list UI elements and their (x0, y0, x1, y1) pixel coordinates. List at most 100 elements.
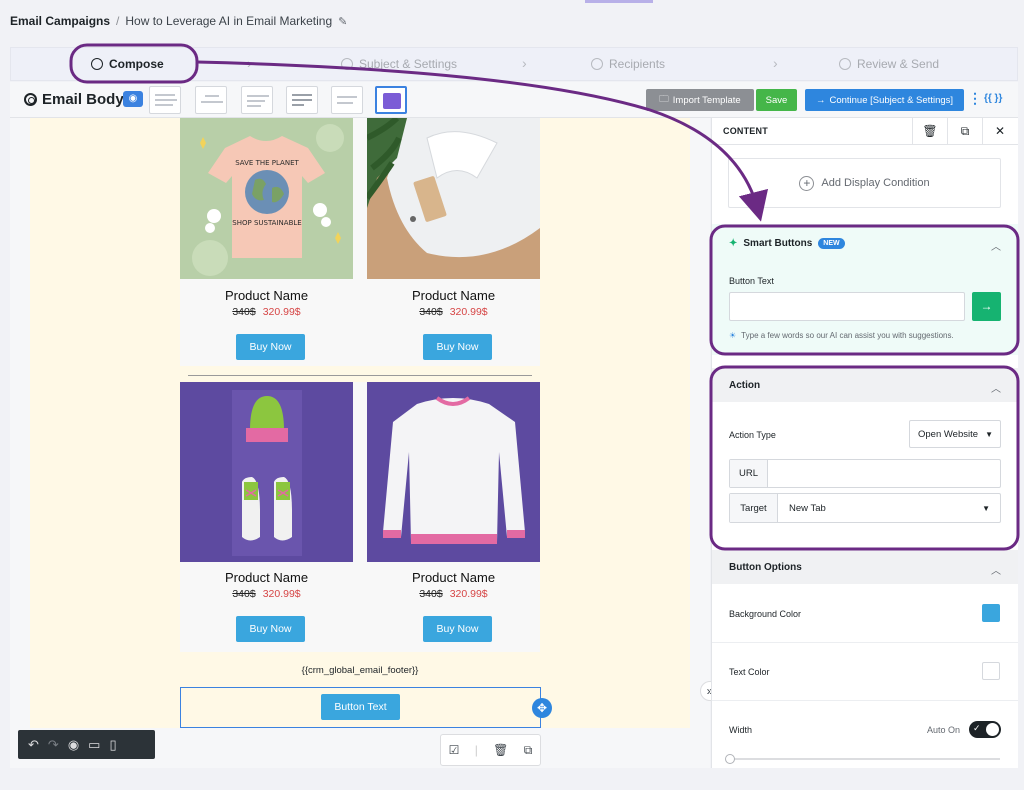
buy-now-button[interactable]: Buy Now (236, 334, 305, 360)
email-body-label: Email Body (42, 91, 124, 108)
action-title: Action (729, 380, 761, 391)
chevron-right-icon: › (247, 55, 252, 71)
row-divider (188, 375, 532, 376)
product-card-2: Product Name 340$ 320.99$ Buy Now (367, 118, 540, 366)
folder-icon: 🗀 (659, 94, 669, 105)
text-color-label: Text Color (729, 667, 770, 677)
target-select[interactable]: Target New Tab ▼ (729, 493, 1001, 523)
continue-label: Continue [Subject & Settings] (829, 94, 954, 106)
trash-icon[interactable]: 🗑 (493, 743, 508, 757)
template-thumb-6-selected[interactable] (375, 86, 407, 114)
template-thumb-5[interactable] (331, 86, 363, 114)
undo-icon[interactable]: ↶ (28, 737, 39, 753)
action-section-header[interactable]: Action ︿ (712, 368, 1018, 402)
buy-now-button[interactable]: Buy Now (423, 334, 492, 360)
merge-tags-button[interactable]: {{ }} (984, 93, 1002, 104)
step-recipients[interactable]: Recipients (591, 57, 665, 71)
buy-now-button[interactable]: Buy Now (236, 616, 305, 642)
editor-controls: ↶ ↷ ◉ ▭ ▯ (18, 730, 155, 759)
smart-buttons-section: ✦ Smart Buttons NEW ︿ Button Text → ☀ Type… (712, 224, 1018, 355)
add-display-condition-label: Add Display Condition (821, 177, 930, 189)
submit-arrow-button[interactable]: → (972, 292, 1001, 321)
chevron-right-icon: › (773, 55, 778, 71)
auto-on-label: Auto On (927, 725, 961, 735)
import-template-button[interactable]: 🗀 Import Template (646, 89, 754, 111)
action-type-select[interactable]: Open Website ▼ (909, 420, 1001, 448)
more-options-icon[interactable]: ⋮ (968, 90, 982, 107)
template-thumb-1[interactable] (149, 86, 181, 114)
template-thumb-4[interactable] (286, 86, 318, 114)
move-handle-icon[interactable]: ✥ (532, 698, 552, 718)
save-button[interactable]: Save (756, 89, 797, 111)
target-value: New Tab (789, 502, 826, 514)
divider (712, 700, 1018, 701)
step-label: Review & Send (857, 57, 940, 71)
template-thumb-3[interactable] (241, 86, 273, 114)
product-name: Product Name (224, 570, 309, 585)
preview-eye-icon[interactable]: ◉ (68, 737, 79, 753)
width-slider[interactable] (725, 754, 1000, 764)
caret-down-icon: ▼ (982, 503, 990, 513)
chevron-up-icon[interactable]: ︿ (991, 562, 1001, 577)
preview-eye-button[interactable]: ◉ (123, 91, 143, 107)
old-price: 340$ (419, 306, 443, 318)
old-price: 340$ (232, 306, 256, 318)
background-color-swatch[interactable] (982, 604, 1000, 622)
duplicate-icon[interactable]: ⧉ (947, 118, 982, 145)
chevron-up-icon[interactable]: ︿ (991, 238, 1001, 253)
width-auto-toggle[interactable]: ✓ (969, 721, 1001, 738)
lightbulb-icon: ☀ (729, 331, 737, 340)
breadcrumb-root-link[interactable]: Email Campaigns (10, 14, 110, 28)
step-subject-settings[interactable]: Subject & Settings (341, 57, 457, 71)
product-image-sweatshirt (367, 382, 540, 562)
button-options-header[interactable]: Button Options ︿ (712, 550, 1018, 584)
selected-button-block[interactable]: Button Text (180, 687, 541, 728)
duplicate-icon[interactable]: ⧉ (524, 743, 533, 758)
target-label: Target (730, 494, 778, 522)
button-text-label: Button Text (729, 276, 774, 286)
url-field[interactable]: URL (729, 459, 1001, 488)
tshirt-print-line1: SAVE THE PLANET (235, 159, 299, 167)
slider-knob[interactable] (725, 754, 735, 764)
old-price: 340$ (419, 588, 443, 600)
template-thumb-2[interactable] (195, 86, 227, 114)
action-type-label: Action Type (729, 430, 776, 440)
buy-now-button[interactable]: Buy Now (423, 616, 492, 642)
sale-price: 320.99$ (262, 306, 301, 318)
block-tools: ☑ | 🗑 ⧉ (440, 734, 541, 766)
chevron-up-icon[interactable]: ︿ (991, 380, 1001, 395)
breadcrumb-current: How to Leverage AI in Email Marketing (125, 14, 333, 28)
save-label: Save (765, 94, 788, 106)
desktop-icon[interactable]: ▭ (88, 737, 100, 753)
button-text-input[interactable] (729, 292, 965, 321)
old-price: 340$ (232, 588, 256, 600)
breadcrumb-separator: / (116, 14, 120, 28)
product-image-tshirt: SAVE THE PLANET SHOP SUSTAINABLE (180, 118, 353, 279)
action-type-value: Open Website (918, 428, 979, 440)
close-icon[interactable]: ✕ (982, 118, 1017, 145)
trash-icon[interactable]: 🗑 (912, 118, 947, 145)
step-circle-icon (91, 58, 103, 70)
mobile-icon[interactable]: ▯ (109, 737, 116, 753)
text-color-swatch[interactable] (982, 662, 1000, 680)
edit-pencil-icon[interactable]: ✎ (338, 15, 347, 28)
width-label: Width (729, 725, 753, 735)
step-review-send[interactable]: Review & Send (839, 57, 939, 71)
step-compose[interactable]: Compose (91, 57, 164, 71)
settings-panel: CONTENT 🗑 ⧉ ✕ + Add Display Condition ✦ S… (711, 118, 1018, 768)
campaign-stepper: Compose › Subject & Settings › Recipient… (10, 47, 1018, 81)
caret-down-icon: ▼ (985, 429, 993, 439)
check-icon: ✓ (973, 723, 981, 733)
tshirt-print-line2: SHOP SUSTAINABLE (232, 219, 301, 227)
smart-buttons-heading[interactable]: ✦ Smart Buttons NEW (729, 238, 845, 249)
product-name: Product Name (224, 288, 309, 303)
continue-button[interactable]: → Continue [Subject & Settings] (805, 89, 964, 111)
redo-icon[interactable]: ↷ (48, 737, 59, 753)
checkbox-icon[interactable]: ☑ (449, 743, 460, 757)
add-display-condition-button[interactable]: + Add Display Condition (728, 158, 1001, 208)
email-button[interactable]: Button Text (321, 694, 400, 720)
product-row-2: Product Name 340$ 320.99$ Buy Now Product… (180, 382, 540, 652)
product-row-1: SAVE THE PLANET SHOP SUSTAINABLE Product… (180, 118, 540, 366)
product-image-beanie-sneakers (180, 382, 353, 562)
product-name: Product Name (411, 570, 496, 585)
